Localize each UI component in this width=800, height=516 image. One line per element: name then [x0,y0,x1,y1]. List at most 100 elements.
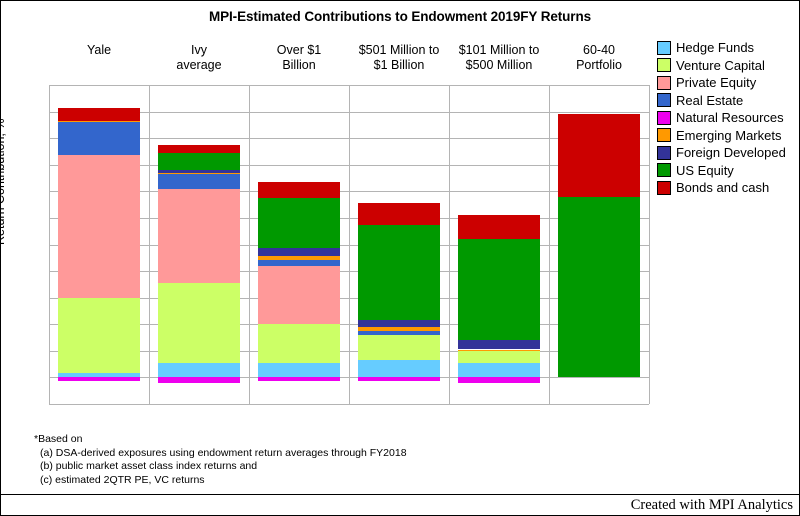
bar-segment[interactable] [258,248,340,257]
bar-segment[interactable] [458,350,540,363]
bar-segment[interactable] [58,297,140,374]
bar-segment[interactable] [358,330,440,335]
bar-stack[interactable] [458,85,540,404]
footnote-line-2: (b) public market asset class index retu… [40,460,258,472]
bar-segment[interactable] [258,260,340,266]
bar-segment[interactable] [358,377,440,382]
axis-separator [49,85,50,404]
x-axis-category-line: $500 Million [465,58,533,72]
legend-swatch-icon [657,128,671,143]
x-axis-category-line: Over $1 [276,43,322,57]
bar-segment[interactable] [358,334,440,361]
x-axis-category-label: Ivy average [149,43,249,73]
bar-segment[interactable] [258,197,340,249]
bar-segment[interactable] [258,362,340,378]
axis-separator [649,85,650,404]
bar-segment[interactable] [358,224,440,321]
legend-item[interactable]: Real Estate [657,92,799,110]
legend-label: Foreign Developed [676,145,786,161]
bar-segment[interactable] [158,144,240,153]
legend-swatch-icon [657,75,671,90]
bar-segment[interactable] [158,377,240,383]
bar-segment[interactable] [458,377,540,383]
bar-segment[interactable] [158,172,240,175]
bar-segment[interactable] [58,122,140,156]
bar-segment[interactable] [158,170,240,173]
bar-segment[interactable] [258,265,340,325]
bar-segment[interactable] [458,340,540,350]
bar-segment[interactable] [358,320,440,327]
bar-segment[interactable] [158,283,240,363]
bar-segment[interactable] [58,107,140,121]
bar-segment[interactable] [458,215,540,240]
x-axis-category-line: Yale [86,43,112,57]
bar-segment[interactable] [258,324,340,363]
footnote: *Based on (a) DSA-derived exposures usin… [34,433,407,487]
footnote-line-0: *Based on [34,433,83,445]
legend-item[interactable]: US Equity [657,162,799,180]
footnote-line-1: (a) DSA-derived exposures using endowmen… [40,446,407,459]
legend-item[interactable]: Hedge Funds [657,39,799,57]
legend-item[interactable]: Emerging Markets [657,127,799,145]
axis-separator [449,85,450,404]
legend-item[interactable]: Bonds and cash [657,179,799,197]
legend-label: Private Equity [676,75,757,91]
bar-segment[interactable] [258,377,340,382]
x-axis-category-line: Portfolio [576,58,622,72]
bar-segment[interactable] [158,152,240,171]
bar-segment[interactable] [158,188,240,284]
legend-label: Natural Resources [676,110,784,126]
legend-label: Venture Capital [676,57,765,73]
legend-label: Emerging Markets [676,127,782,143]
footnote-line-3: (c) estimated 2QTR PE, VC returns [40,473,205,486]
bar-segment[interactable] [458,239,540,341]
x-axis-category-label: Yale [49,43,149,58]
bar-segment[interactable] [358,360,440,378]
bar-segment[interactable] [358,326,440,331]
bar-segment[interactable] [58,377,140,382]
gridline-y [49,404,649,405]
bar-segment[interactable] [558,196,640,378]
bar-segment[interactable] [58,120,140,123]
legend-label: Hedge Funds [676,40,755,56]
legend-item[interactable]: Foreign Developed [657,144,799,162]
legend-item[interactable]: Natural Resources [657,109,799,127]
x-axis-category-label: $101 Million to $500 Million [449,43,549,73]
bar-segment[interactable] [458,362,540,378]
bar-segment[interactable] [458,349,540,351]
legend-swatch-icon [657,110,671,125]
footer-divider [1,494,799,495]
page-title: MPI-Estimated Contributions to Endowment… [208,9,592,24]
plot-area: 11109876543210-1YaleIvyaverageOver $1Bil… [49,43,650,405]
legend-swatch-icon [657,163,671,178]
bar-segment[interactable] [358,203,440,225]
bar-stack[interactable] [358,85,440,404]
legend-item[interactable]: Venture Capital [657,57,799,75]
axis-separator [249,85,250,404]
x-axis-category-line: average [176,58,222,72]
legend: Hedge Funds Venture Capital Private Equity… [657,39,799,197]
bar-segment[interactable] [258,256,340,261]
legend-swatch-icon [657,93,671,108]
bar-segment[interactable] [558,114,640,197]
bar-segment[interactable] [58,155,140,298]
bar-stack[interactable] [558,85,640,404]
x-axis-category-label: 60-40 Portfolio [549,43,649,73]
axis-separator [549,85,550,404]
x-axis-category-label: Over $1 Billion [249,43,349,73]
y-axis-label: Return Contribution, % [0,119,7,245]
bar-stack[interactable] [58,85,140,404]
bar-stack[interactable] [158,85,240,404]
bar-segment[interactable] [158,174,240,189]
axis-separator [349,85,350,404]
legend-item[interactable]: Private Equity [657,74,799,92]
x-axis-category-label: $501 Million to $1 Billion [349,43,449,73]
x-axis-category-line: Ivy [191,43,207,57]
bar-segment[interactable] [158,362,240,378]
axis-separator [149,85,150,404]
legend-label: US Equity [676,162,734,178]
bar-segment[interactable] [258,182,340,198]
bar-stack[interactable] [258,85,340,404]
x-axis-category-line: 60-40 [583,43,615,57]
legend-swatch-icon [657,145,671,160]
